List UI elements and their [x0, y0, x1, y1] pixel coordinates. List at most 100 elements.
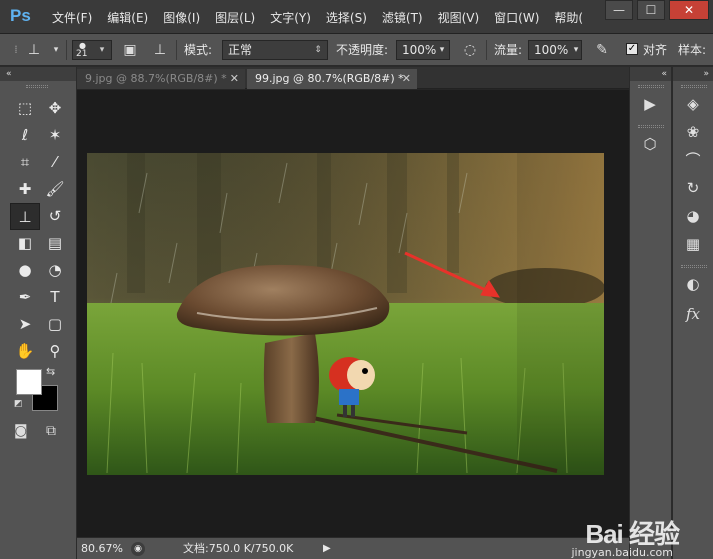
brush-tool-icon[interactable]: 🖌: [40, 176, 70, 203]
baidu-watermark-url: jingyan.baidu.com: [571, 546, 673, 559]
right-panel-column-2: » ◈ ❀ ⌒ ↻ ◕ ▦ ◐ fx: [672, 67, 713, 559]
menu-edit[interactable]: 编辑(E): [103, 9, 152, 26]
aligned-checkbox[interactable]: ✓: [626, 43, 638, 55]
dodge-tool-icon[interactable]: ◔: [40, 257, 70, 284]
chevron-down-icon[interactable]: ▾: [432, 40, 452, 60]
zoom-tool-icon[interactable]: ⚲: [40, 338, 70, 365]
canvas-background[interactable]: [77, 90, 629, 537]
maximize-button[interactable]: ☐: [637, 0, 665, 20]
close-button[interactable]: ✕: [669, 0, 709, 20]
menu-window[interactable]: 窗口(W): [490, 9, 543, 26]
right-panel-column-1: « ▶ ⬡: [629, 67, 671, 559]
3d-cube-icon[interactable]: ⬡: [637, 133, 663, 155]
brush-panel-icon[interactable]: ▣: [120, 40, 140, 60]
status-menu-arrow-icon[interactable]: ▶: [323, 541, 331, 557]
styles-fx-icon[interactable]: fx: [680, 303, 706, 325]
grid-panel-icon[interactable]: ▦: [680, 233, 706, 255]
status-bar: 80.67% ◉ 文档:750.0 K/750.0K ▶: [77, 537, 629, 559]
airbrush-icon[interactable]: ✎: [592, 40, 612, 60]
clone-source-icon[interactable]: ⊥: [150, 40, 170, 60]
screen-mode-icon[interactable]: ⧉: [46, 423, 56, 439]
swap-colors-icon[interactable]: ⇆: [46, 365, 55, 378]
paths-icon[interactable]: ⌒: [680, 149, 706, 171]
grip-icon: ⁞: [14, 43, 18, 56]
mushroom-photo: [87, 153, 604, 475]
gradient-tool-icon[interactable]: ▤: [40, 230, 70, 257]
tab-label: 9.jpg @ 88.7%(RGB/8#) *: [85, 72, 227, 85]
photoshop-logo: Ps: [10, 6, 31, 25]
path-selection-tool-icon[interactable]: ➤: [10, 311, 40, 338]
tab-9-jpg[interactable]: 9.jpg @ 88.7%(RGB/8#) * ✕: [77, 69, 245, 89]
status-info-icon[interactable]: ◉: [131, 542, 145, 556]
shape-tool-icon[interactable]: ▢: [40, 311, 70, 338]
eyedropper-tool-icon[interactable]: ⁄: [40, 149, 70, 176]
mode-select[interactable]: 正常 ⇕: [222, 40, 328, 60]
options-bar: ⁞ ⊥ ▾ ● 21 ▾ ▣ ⊥ 模式: 正常 ⇕ 不透明度: 100% ▾ ◌…: [0, 34, 713, 66]
blur-tool-icon[interactable]: ●: [10, 257, 40, 284]
document-tab-bar: 9.jpg @ 88.7%(RGB/8#) * ✕ 99.jpg @ 80.7%…: [77, 67, 629, 89]
panel-grip[interactable]: [638, 125, 664, 128]
panel-collapse-strip[interactable]: »: [673, 67, 713, 81]
clone-stamp-preset-icon[interactable]: ⊥: [24, 40, 44, 60]
tablet-opacity-icon[interactable]: ◌: [460, 40, 480, 60]
lasso-tool-icon[interactable]: ℓ: [10, 122, 40, 149]
panel-grip[interactable]: [681, 265, 707, 268]
crop-tool-icon[interactable]: ⌗: [10, 149, 40, 176]
separator: [486, 40, 487, 60]
menu-filter[interactable]: 滤镜(T): [378, 9, 427, 26]
layers-icon[interactable]: ◈: [680, 93, 706, 115]
history-brush-tool-icon[interactable]: ↺: [40, 203, 70, 230]
hand-tool-icon[interactable]: ✋: [10, 338, 40, 365]
tab-label: 99.jpg @ 80.7%(RGB/8#) *: [255, 72, 404, 85]
move-tool-icon[interactable]: ✥: [40, 95, 70, 122]
menu-type[interactable]: 文字(Y): [266, 9, 315, 26]
flow-value: 100%: [534, 43, 569, 57]
menu-select[interactable]: 选择(S): [322, 9, 371, 26]
eraser-tool-icon[interactable]: ◧: [10, 230, 40, 257]
chevron-down-icon[interactable]: ▾: [46, 40, 66, 60]
menu-layer[interactable]: 图层(L): [211, 9, 259, 26]
play-actions-icon[interactable]: ▶: [637, 93, 663, 115]
mode-value: 正常: [228, 43, 253, 57]
separator: [66, 40, 67, 60]
opacity-label: 不透明度:: [336, 43, 389, 57]
menu-view[interactable]: 视图(V): [434, 9, 484, 26]
chevron-updown-icon: ⇕: [314, 45, 322, 55]
window-controls: — ☐ ✕: [605, 0, 713, 20]
default-colors-icon[interactable]: ◩: [14, 399, 23, 409]
menu-help[interactable]: 帮助(: [550, 9, 587, 26]
marquee-tool-icon[interactable]: ⬚: [10, 95, 40, 122]
panel-grip[interactable]: [26, 85, 48, 88]
flow-label: 流量:: [494, 43, 523, 57]
adjustments-icon[interactable]: ◐: [680, 273, 706, 295]
menu-image[interactable]: 图像(I): [159, 9, 204, 26]
channels-icon[interactable]: ❀: [680, 121, 706, 143]
type-tool-icon[interactable]: T: [40, 284, 70, 311]
document-image[interactable]: [87, 153, 604, 475]
mode-label: 模式:: [184, 43, 213, 57]
close-tab-icon[interactable]: ✕: [230, 69, 239, 89]
healing-brush-tool-icon[interactable]: ✚: [10, 176, 40, 203]
panel-grip[interactable]: [681, 85, 707, 88]
document-area: 9.jpg @ 88.7%(RGB/8#) * ✕ 99.jpg @ 80.7%…: [77, 67, 629, 559]
close-tab-icon[interactable]: ✕: [402, 69, 411, 89]
tab-99-jpg[interactable]: 99.jpg @ 80.7%(RGB/8#) * ✕: [247, 69, 417, 89]
brush-size-picker[interactable]: ● 21 ▾: [72, 40, 112, 60]
magic-wand-tool-icon[interactable]: ✶: [40, 122, 70, 149]
clone-stamp-tool-icon[interactable]: ⊥: [10, 203, 40, 230]
panel-collapse-strip[interactable]: «: [0, 67, 76, 81]
minimize-button[interactable]: —: [605, 0, 633, 20]
brush-size-value: 21: [76, 49, 88, 59]
foreground-color-swatch[interactable]: [16, 369, 42, 395]
menu-bar: Ps 文件(F) 编辑(E) 图像(I) 图层(L) 文字(Y) 选择(S) 滤…: [0, 0, 713, 34]
panel-collapse-strip[interactable]: «: [630, 67, 671, 81]
menu-file[interactable]: 文件(F): [48, 9, 96, 26]
zoom-level[interactable]: 80.67%: [81, 541, 123, 557]
history-icon[interactable]: ↻: [680, 177, 706, 199]
panel-grip[interactable]: [638, 85, 664, 88]
separator: [176, 40, 177, 60]
quick-mask-icon[interactable]: ◙: [14, 423, 28, 439]
swatches-palette-icon[interactable]: ◕: [680, 205, 706, 227]
chevron-down-icon[interactable]: ▾: [566, 40, 586, 60]
pen-tool-icon[interactable]: ✒: [10, 284, 40, 311]
